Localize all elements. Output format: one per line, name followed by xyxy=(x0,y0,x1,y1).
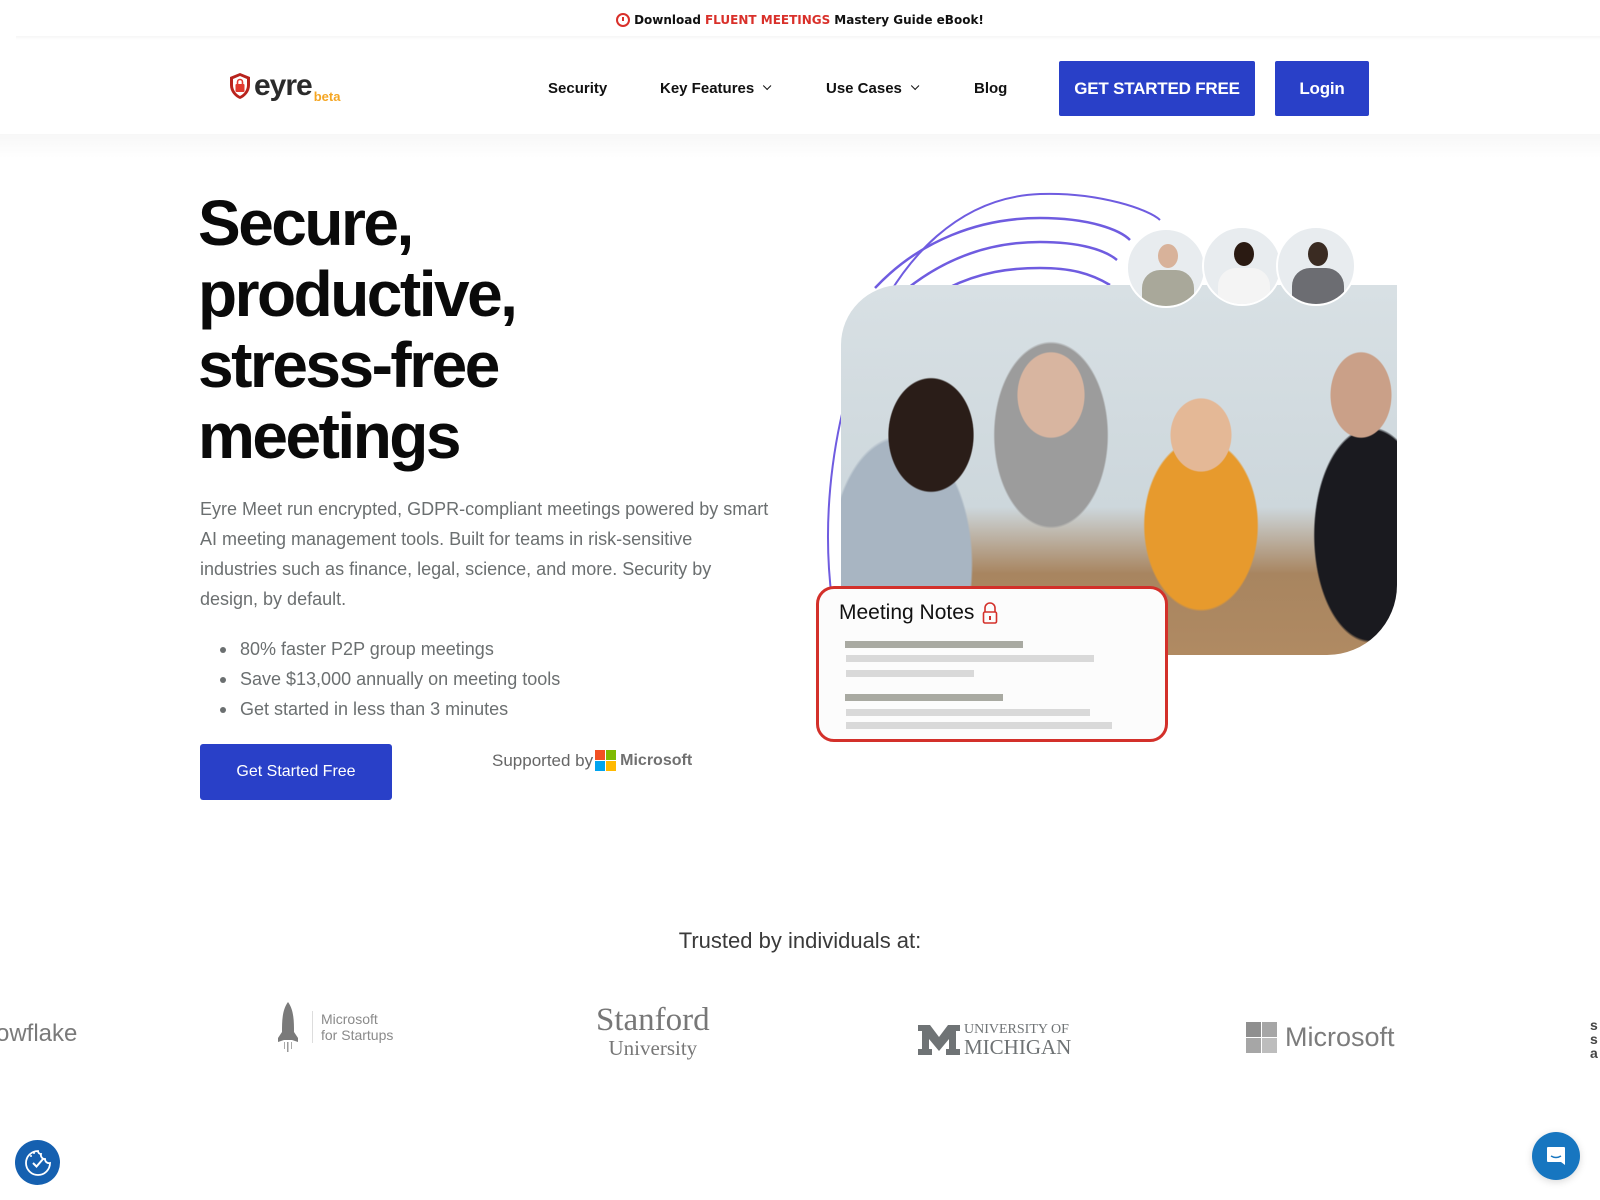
alarm-clock-icon xyxy=(616,13,631,27)
benefit-item: Get started in less than 3 minutes xyxy=(220,694,560,724)
announcement-highlight: FLUENT MEETINGS xyxy=(704,13,831,27)
chevron-down-icon xyxy=(910,81,920,91)
benefit-item: Save $13,000 annually on meeting tools xyxy=(220,664,560,694)
benefit-item: 80% faster P2P group meetings xyxy=(220,634,560,664)
chat-launcher-button[interactable] xyxy=(1532,1132,1580,1180)
logo-microsoft-for-startups: Microsoft for Startups xyxy=(272,1000,393,1054)
nav-item-use-cases[interactable]: Use Cases xyxy=(826,40,920,136)
nav-label: Blog xyxy=(974,79,1008,97)
login-button[interactable]: Login xyxy=(1275,61,1369,116)
rocket-icon xyxy=(278,1002,298,1052)
hero-description: Eyre Meet run encrypted, GDPR-compliant … xyxy=(200,499,769,609)
hero-title-line: stress-free xyxy=(198,329,500,401)
nav-item-security[interactable]: Security xyxy=(548,40,607,136)
hero-title: Secure, productive, stress-free meetings xyxy=(198,187,518,472)
hero-get-started-button[interactable]: Get Started Free xyxy=(200,744,392,800)
nav-item-blog[interactable]: Blog xyxy=(974,40,1007,136)
avatar-woman xyxy=(1202,226,1282,306)
announcement-bar[interactable]: Download FLUENT MEETINGS Mastery Guide e… xyxy=(0,0,1600,40)
hero-title-line: productive, xyxy=(198,258,518,330)
beta-badge: beta xyxy=(313,89,341,104)
nav-item-key-features[interactable]: Key Features xyxy=(660,40,772,136)
trusted-heading: Trusted by individuals at: xyxy=(678,928,922,953)
notes-placeholder-line xyxy=(845,694,1003,701)
meeting-notes-card: Meeting Notes xyxy=(816,586,1168,742)
notes-placeholder-line xyxy=(846,670,974,677)
hero-title-line: meetings xyxy=(198,400,461,472)
logo-wordmark: eyre xyxy=(254,69,313,102)
brand-logo[interactable]: eyre beta xyxy=(228,69,340,104)
avatar-man-glasses xyxy=(1276,226,1356,306)
header-divider xyxy=(0,134,1600,158)
nav-label: Security xyxy=(548,79,608,97)
nav-label: Use Cases xyxy=(826,79,902,97)
supported-by-badge: Supported by Microsoft xyxy=(492,750,692,771)
nav-label: Key Features xyxy=(660,79,755,97)
logo-text: University xyxy=(608,1036,698,1060)
logo-text: owflake xyxy=(0,1020,78,1047)
site-header: eyre beta Security Key Features Use Case… xyxy=(0,40,1600,136)
avatar-soldier xyxy=(1126,228,1206,308)
benefits-list: 80% faster P2P group meetings Save $13,0… xyxy=(220,634,560,724)
logo-text: Microsoft xyxy=(321,1011,378,1027)
logo-stanford: Stanford University xyxy=(596,1002,710,1061)
meeting-notes-title: Meeting Notes xyxy=(839,601,998,625)
logo-text: MICHIGAN xyxy=(964,1035,1072,1059)
logo-partial-cutoff: ssa xyxy=(1590,1017,1598,1061)
chevron-down-icon xyxy=(763,81,772,91)
logo-text: Stanford xyxy=(596,1002,710,1038)
notes-placeholder-line xyxy=(846,722,1112,729)
logo-text: for Startups xyxy=(321,1027,394,1043)
microsoft-logo-icon xyxy=(595,750,617,771)
chat-icon xyxy=(1547,1147,1565,1165)
block-m-icon xyxy=(918,1024,960,1055)
logo-university-of-michigan: UNIVERSITY OF MICHIGAN xyxy=(918,1022,1072,1059)
cookie-consent-button[interactable] xyxy=(15,1140,60,1185)
logo-text: Microsoft xyxy=(1285,1022,1395,1052)
notes-title-text: Meeting Notes xyxy=(839,601,975,624)
logo-snowflake: owflake xyxy=(0,1020,77,1048)
announcement-suffix: Mastery Guide eBook! xyxy=(834,13,984,27)
logo-microsoft: Microsoft xyxy=(1246,1022,1395,1053)
hero-illustration: Meeting Notes xyxy=(816,180,1400,770)
hero-title-line: Secure, xyxy=(198,187,414,259)
supporter-name: Microsoft xyxy=(620,751,693,769)
announcement-prefix: Download xyxy=(634,13,701,27)
notes-placeholder-line xyxy=(846,709,1090,716)
notes-placeholder-line xyxy=(846,655,1094,662)
cookie-check-icon xyxy=(24,1149,51,1176)
notes-placeholder-line xyxy=(845,641,1023,648)
lock-icon xyxy=(983,602,998,624)
microsoft-grid-icon xyxy=(1246,1022,1277,1053)
shield-lock-icon xyxy=(230,73,250,99)
supported-by-label: Supported by xyxy=(492,750,594,770)
get-started-free-button[interactable]: GET STARTED FREE xyxy=(1059,61,1255,116)
